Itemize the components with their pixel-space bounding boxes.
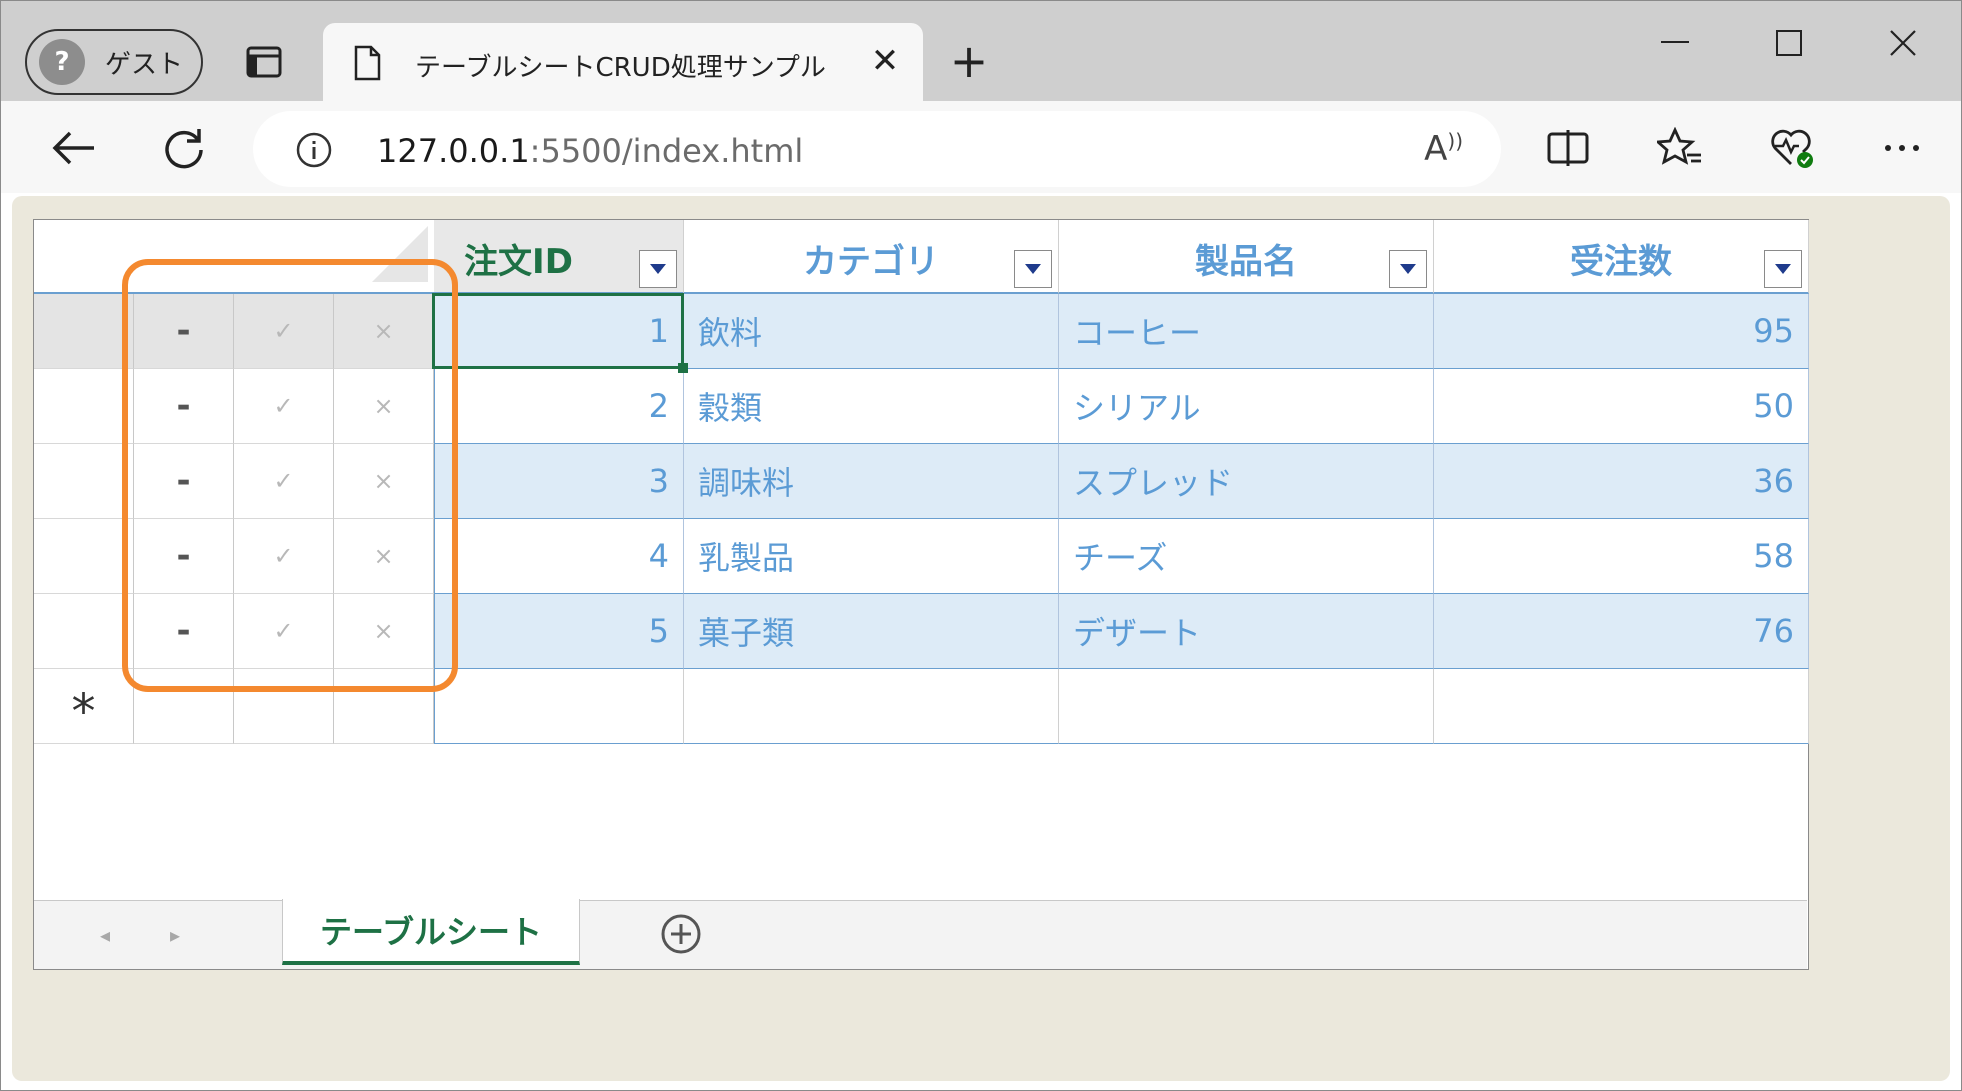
tab-strip: ? ゲスト テーブルシートCRUD処理サンプル ✕ + — [1, 1, 1961, 103]
split-screen-button[interactable] — [1541, 121, 1595, 175]
refresh-icon — [165, 129, 203, 169]
split-screen-icon — [1547, 130, 1589, 166]
table-cell[interactable]: 2 — [434, 369, 684, 444]
table-cell[interactable]: 飲料 — [684, 294, 1059, 369]
column-header[interactable]: 製品名 — [1059, 220, 1434, 294]
document-icon — [354, 45, 381, 81]
row-header[interactable] — [34, 519, 134, 594]
read-aloud-letter: A — [1424, 129, 1448, 169]
back-button[interactable] — [47, 121, 101, 175]
read-aloud-waves: )) — [1447, 129, 1463, 153]
table-cell[interactable]: スプレッド — [1059, 444, 1434, 519]
active-browser-tab[interactable]: テーブルシートCRUD処理サンプル ✕ — [323, 23, 923, 103]
table-cell[interactable]: 乳製品 — [684, 519, 1059, 594]
filter-arrow-icon — [650, 264, 666, 274]
new-row-cell[interactable] — [1434, 669, 1809, 744]
table-cell[interactable]: 50 — [1434, 369, 1809, 444]
fill-handle[interactable] — [678, 363, 688, 373]
row-header[interactable] — [34, 369, 134, 444]
read-aloud-icon[interactable]: A)) — [1424, 129, 1463, 169]
url-path: :5500/index.html — [529, 132, 804, 170]
table-cell[interactable]: 76 — [1434, 594, 1809, 669]
table-cell[interactable]: 58 — [1434, 519, 1809, 594]
browser-essentials-button[interactable] — [1765, 121, 1819, 175]
profile-button[interactable]: ? ゲスト — [25, 29, 203, 95]
heart-pulse-icon — [1771, 129, 1813, 168]
maximize-button[interactable] — [1759, 23, 1819, 63]
favorites-button[interactable] — [1653, 121, 1707, 175]
row-header[interactable] — [34, 294, 134, 369]
table-cell[interactable]: コーヒー — [1059, 294, 1434, 369]
more-dots-icon — [1885, 145, 1919, 151]
table-cell[interactable]: 3 — [434, 444, 684, 519]
column-header-label: 受注数 — [1570, 242, 1672, 282]
table-cell[interactable]: 穀類 — [684, 369, 1059, 444]
table-sheet: 注文ID カテゴリ 製品名 受注数 - ✓ × 1 飲料 コーヒー 95- ✓ × 2 穀類 シリアル 50- ✓… — [33, 219, 1809, 970]
refresh-button[interactable] — [157, 121, 211, 175]
guest-avatar-icon: ? — [39, 39, 85, 85]
profile-label: ゲスト — [105, 49, 184, 80]
row-header[interactable] — [34, 594, 134, 669]
table-cell[interactable]: デザート — [1059, 594, 1434, 669]
filter-dropdown-button[interactable] — [1764, 250, 1802, 288]
table-cell[interactable]: 5 — [434, 594, 684, 669]
new-tab-button[interactable]: + — [945, 37, 993, 85]
site-info-icon[interactable] — [295, 131, 333, 169]
filter-dropdown-button[interactable] — [1389, 250, 1427, 288]
sheet-next-arrow[interactable]: ▸ — [170, 923, 180, 947]
tab-close-button[interactable]: ✕ — [863, 39, 907, 83]
filter-arrow-icon — [1025, 264, 1041, 274]
page-content: 注文ID カテゴリ 製品名 受注数 - ✓ × 1 飲料 コーヒー 95- ✓ × 2 穀類 シリアル 50- ✓… — [12, 196, 1950, 1081]
column-header-label: 製品名 — [1195, 242, 1297, 282]
column-header[interactable]: カテゴリ — [684, 220, 1059, 294]
table-cell[interactable]: 調味料 — [684, 444, 1059, 519]
url-text[interactable]: 127.0.0.1:5500/index.html — [377, 132, 803, 170]
maximize-icon — [1776, 30, 1802, 56]
table-cell[interactable]: チーズ — [1059, 519, 1434, 594]
more-menu-button[interactable] — [1875, 121, 1929, 175]
address-bar[interactable]: 127.0.0.1:5500/index.html A)) — [253, 111, 1501, 187]
filter-arrow-icon — [1400, 264, 1416, 274]
favorites-star-icon — [1657, 127, 1701, 165]
close-window-button[interactable] — [1873, 23, 1933, 63]
tab-actions-icon — [246, 46, 282, 78]
row-header[interactable] — [34, 444, 134, 519]
tab-actions-button[interactable] — [239, 37, 289, 87]
column-header[interactable]: 受注数 — [1434, 220, 1809, 294]
table-cell[interactable]: 4 — [434, 519, 684, 594]
table-cell[interactable]: 95 — [1434, 294, 1809, 369]
sheet-tab-bar: ◂ ▸ テーブルシート — [34, 899, 1807, 969]
close-icon — [1890, 30, 1916, 56]
new-row-cell[interactable] — [684, 669, 1059, 744]
new-row-marker: * — [34, 669, 134, 744]
url-host: 127.0.0.1 — [377, 132, 530, 170]
table-cell[interactable]: 菓子類 — [684, 594, 1059, 669]
table-cell[interactable]: 36 — [1434, 444, 1809, 519]
tab-title: テーブルシートCRUD処理サンプル — [415, 53, 826, 83]
filter-dropdown-button[interactable] — [1014, 250, 1052, 288]
back-arrow-icon — [52, 131, 94, 165]
filter-arrow-icon — [1775, 264, 1791, 274]
column-header-label: カテゴリ — [803, 242, 939, 282]
minimize-icon — [1661, 41, 1689, 43]
new-row-cell[interactable] — [1059, 669, 1434, 744]
command-column-highlight — [122, 259, 458, 692]
table-cell[interactable]: シリアル — [1059, 369, 1434, 444]
column-header[interactable]: 注文ID — [434, 220, 684, 294]
sheet-tab-table-sheet[interactable]: テーブルシート — [282, 899, 580, 965]
active-cell-outline — [432, 293, 684, 369]
browser-toolbar: 127.0.0.1:5500/index.html A)) — [1, 101, 1961, 193]
sheet-prev-arrow[interactable]: ◂ — [100, 923, 110, 947]
add-sheet-icon[interactable] — [660, 913, 702, 955]
new-row-cell[interactable] — [434, 669, 684, 744]
filter-dropdown-button[interactable] — [639, 250, 677, 288]
minimize-button[interactable] — [1645, 23, 1705, 63]
